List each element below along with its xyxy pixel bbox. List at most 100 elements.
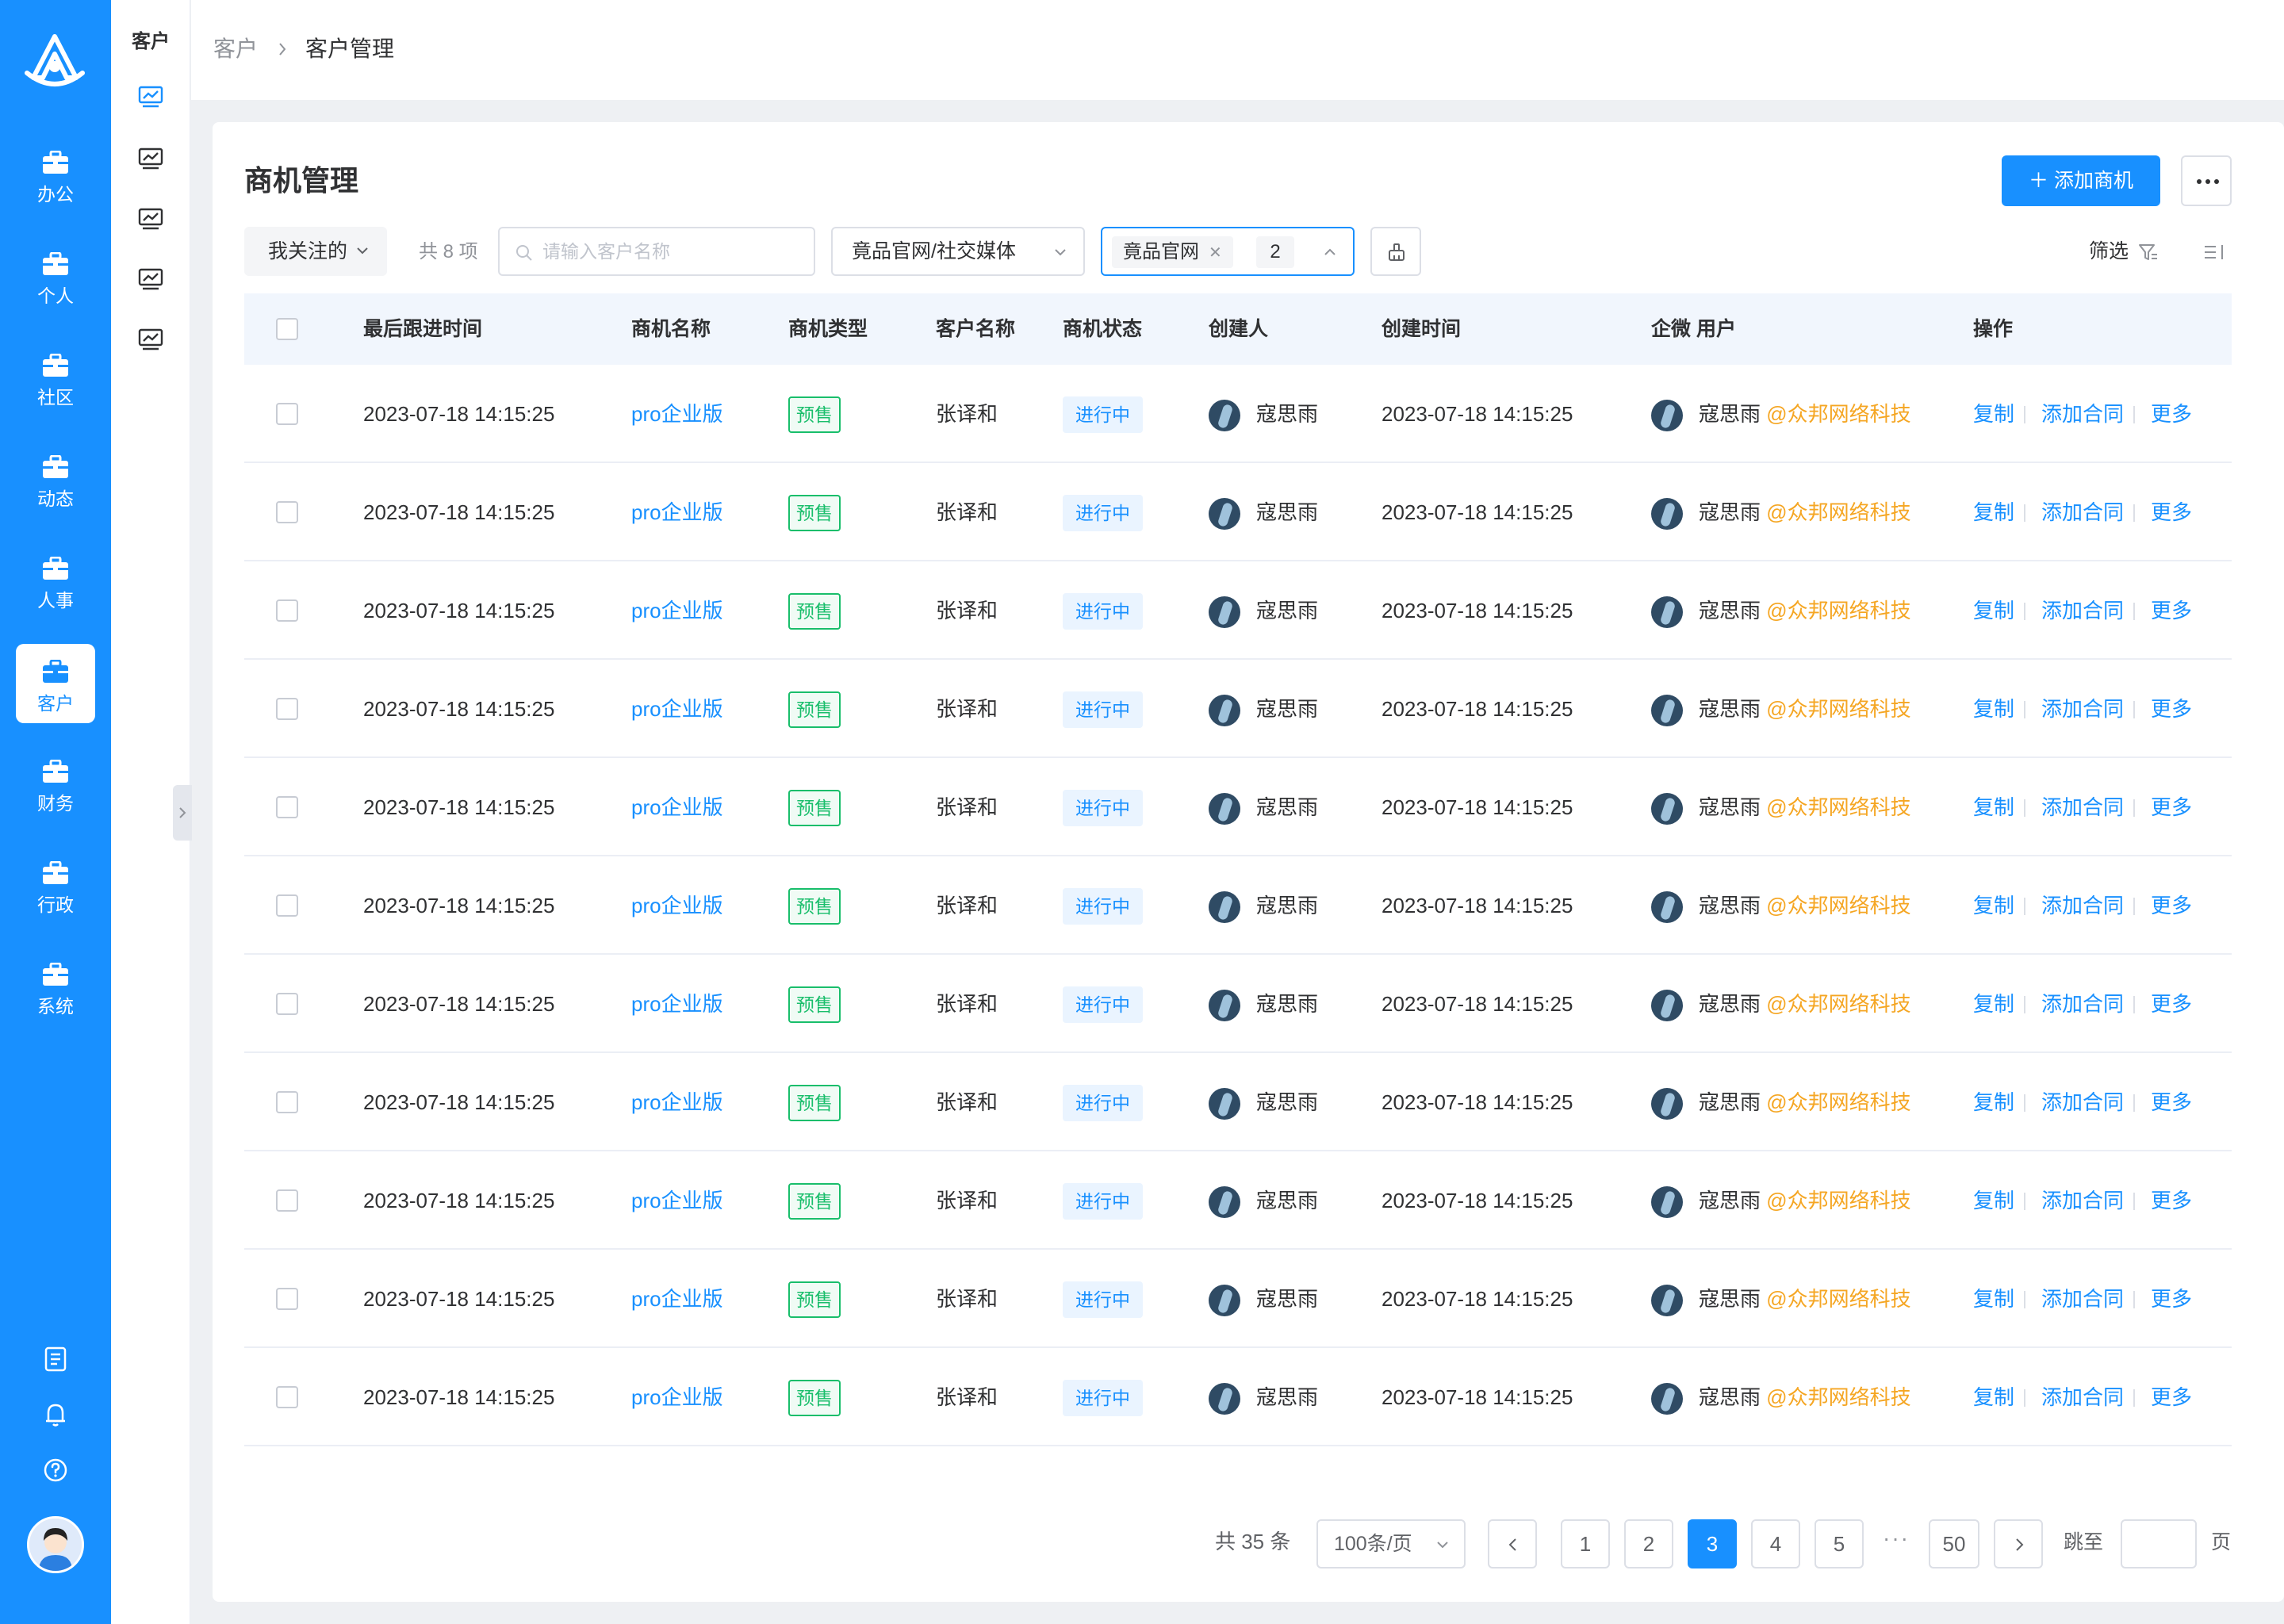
row-checkbox[interactable]	[276, 1386, 298, 1408]
source-multi-select[interactable]: 竟品官网 ✕ 2	[1101, 227, 1355, 276]
table-row[interactable]: 2023-07-18 14:15:25 pro企业版 预售 张译和 进行中 寇思雨 2023…	[244, 365, 2232, 463]
col-created-time[interactable]: 创建时间	[1382, 293, 1461, 365]
cell-opportunity-name[interactable]: pro企业版	[631, 660, 723, 758]
row-checkbox[interactable]	[276, 1091, 298, 1113]
table-row[interactable]: 2023-07-18 14:15:25 pro企业版 预售 张译和 进行中 寇思雨 2023…	[244, 758, 2232, 856]
nav-item[interactable]: 社区	[16, 338, 95, 417]
media-select[interactable]: 竟品官网/社交媒体	[831, 227, 1085, 276]
chart-monitor-icon[interactable]	[138, 208, 163, 230]
more-action[interactable]: 更多	[2151, 463, 2192, 561]
copy-action[interactable]: 复制	[1973, 1053, 2014, 1151]
cell-opportunity-name[interactable]: pro企业版	[631, 1250, 723, 1348]
filter-icon[interactable]	[2138, 243, 2159, 262]
page-button-current[interactable]: 3	[1688, 1519, 1737, 1568]
add-contract-action[interactable]: 添加合同	[2041, 365, 2124, 463]
table-row[interactable]: 2023-07-18 14:15:25 pro企业版 预售 张译和 进行中 寇思雨 2023…	[244, 955, 2232, 1053]
app-logo[interactable]	[21, 32, 89, 95]
add-contract-action[interactable]: 添加合同	[2041, 1053, 2124, 1151]
row-checkbox[interactable]	[276, 993, 298, 1015]
table-row[interactable]: 2023-07-18 14:15:25 pro企业版 预售 张译和 进行中 寇思雨 2023…	[244, 463, 2232, 561]
row-checkbox[interactable]	[276, 1189, 298, 1212]
cell-opportunity-name[interactable]: pro企业版	[631, 955, 723, 1053]
nav-item[interactable]: 客户	[16, 644, 95, 723]
select-all-checkbox[interactable]	[276, 318, 298, 340]
chart-monitor-icon[interactable]	[138, 86, 163, 108]
add-contract-action[interactable]: 添加合同	[2041, 955, 2124, 1053]
chart-monitor-icon[interactable]	[138, 147, 163, 170]
cell-opportunity-name[interactable]: pro企业版	[631, 1348, 723, 1446]
copy-action[interactable]: 复制	[1973, 463, 2014, 561]
chart-monitor-icon[interactable]	[138, 268, 163, 290]
cell-opportunity-name[interactable]: pro企业版	[631, 758, 723, 856]
copy-action[interactable]: 复制	[1973, 1250, 2014, 1348]
clear-filter-button[interactable]	[1370, 227, 1421, 276]
add-contract-action[interactable]: 添加合同	[2041, 758, 2124, 856]
nav-item[interactable]: 人事	[16, 541, 95, 620]
more-action[interactable]: 更多	[2151, 561, 2192, 660]
breadcrumb-customer[interactable]: 客户	[213, 35, 258, 63]
table-row[interactable]: 2023-07-18 14:15:25 pro企业版 预售 张译和 进行中 寇思雨 2023…	[244, 856, 2232, 955]
pagination-ellipsis[interactable]: ···	[1883, 1526, 1910, 1551]
col-creator[interactable]: 创建人	[1209, 293, 1268, 365]
cell-opportunity-name[interactable]: pro企业版	[631, 463, 723, 561]
table-row[interactable]: 2023-07-18 14:15:25 pro企业版 预售 张译和 进行中 寇思雨 2023…	[244, 1348, 2232, 1446]
copy-action[interactable]: 复制	[1973, 1348, 2014, 1446]
copy-action[interactable]: 复制	[1973, 955, 2014, 1053]
add-contract-action[interactable]: 添加合同	[2041, 856, 2124, 955]
table-row[interactable]: 2023-07-18 14:15:25 pro企业版 预售 张译和 进行中 寇思雨 2023…	[244, 1151, 2232, 1250]
page-button[interactable]: 2	[1624, 1519, 1673, 1568]
more-action[interactable]: 更多	[2151, 856, 2192, 955]
more-action[interactable]: 更多	[2151, 660, 2192, 758]
copy-action[interactable]: 复制	[1973, 365, 2014, 463]
cell-opportunity-name[interactable]: pro企业版	[631, 561, 723, 660]
add-contract-action[interactable]: 添加合同	[2041, 1151, 2124, 1250]
col-wecom-user[interactable]: 企微 用户	[1651, 293, 1736, 365]
more-action[interactable]: 更多	[2151, 758, 2192, 856]
page-button[interactable]: 1	[1561, 1519, 1610, 1568]
customer-search-input[interactable]	[542, 228, 804, 274]
more-action[interactable]: 更多	[2151, 1053, 2192, 1151]
user-avatar[interactable]	[27, 1516, 84, 1573]
col-opportunity-type[interactable]: 商机类型	[788, 293, 868, 365]
row-checkbox[interactable]	[276, 698, 298, 720]
page-button[interactable]: 5	[1815, 1519, 1864, 1568]
copy-action[interactable]: 复制	[1973, 856, 2014, 955]
table-row[interactable]: 2023-07-18 14:15:25 pro企业版 预售 张译和 进行中 寇思雨 2023…	[244, 660, 2232, 758]
help-icon[interactable]	[41, 1456, 70, 1484]
more-action[interactable]: 更多	[2151, 1250, 2192, 1348]
page-button-last[interactable]: 50	[1929, 1519, 1979, 1568]
cell-opportunity-name[interactable]: pro企业版	[631, 1053, 723, 1151]
page-button[interactable]: 4	[1751, 1519, 1800, 1568]
nav-item[interactable]: 动态	[16, 439, 95, 519]
row-checkbox[interactable]	[276, 599, 298, 622]
tag-remove-icon[interactable]: ✕	[1209, 244, 1222, 262]
col-status[interactable]: 商机状态	[1063, 293, 1142, 365]
more-options-button[interactable]	[2181, 155, 2232, 206]
nav-item[interactable]: 办公	[16, 135, 95, 214]
row-checkbox[interactable]	[276, 796, 298, 818]
sidebar-collapse-handle[interactable]	[173, 785, 192, 841]
chart-monitor-icon[interactable]	[138, 328, 163, 350]
more-action[interactable]: 更多	[2151, 365, 2192, 463]
page-size-select[interactable]: 100条/页	[1316, 1519, 1466, 1568]
more-action[interactable]: 更多	[2151, 1151, 2192, 1250]
nav-item[interactable]: 行政	[16, 845, 95, 925]
add-contract-action[interactable]: 添加合同	[2041, 1250, 2124, 1348]
col-opportunity-name[interactable]: 商机名称	[631, 293, 711, 365]
row-checkbox[interactable]	[276, 1288, 298, 1310]
cell-opportunity-name[interactable]: pro企业版	[631, 365, 723, 463]
table-row[interactable]: 2023-07-18 14:15:25 pro企业版 预售 张译和 进行中 寇思雨 2023…	[244, 1250, 2232, 1348]
next-page-button[interactable]	[1994, 1519, 2043, 1568]
notes-icon[interactable]	[41, 1345, 70, 1373]
add-contract-action[interactable]: 添加合同	[2041, 561, 2124, 660]
screen-filter-label[interactable]: 筛选	[2089, 239, 2129, 263]
nav-item[interactable]: 个人	[16, 236, 95, 316]
copy-action[interactable]: 复制	[1973, 758, 2014, 856]
column-settings-icon[interactable]	[2203, 243, 2225, 262]
table-row[interactable]: 2023-07-18 14:15:25 pro企业版 预售 张译和 进行中 寇思雨 2023…	[244, 1053, 2232, 1151]
follow-filter-select[interactable]: 我关注的	[244, 227, 387, 276]
row-checkbox[interactable]	[276, 894, 298, 917]
table-row[interactable]: 2023-07-18 14:15:25 pro企业版 预售 张译和 进行中 寇思雨 2023…	[244, 561, 2232, 660]
cell-opportunity-name[interactable]: pro企业版	[631, 1151, 723, 1250]
customer-search-box[interactable]	[498, 227, 815, 276]
